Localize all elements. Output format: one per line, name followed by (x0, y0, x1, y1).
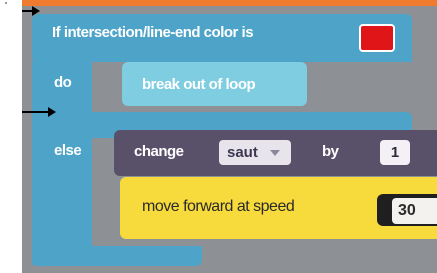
block-workspace[interactable]: If intersection/line-end color is do els… (22, 0, 437, 273)
arrow-pointer-icon (22, 6, 40, 16)
if-condition-label: If intersection/line-end color is (52, 24, 254, 41)
do-label: do (54, 74, 72, 91)
previous-block-edge (22, 0, 437, 6)
arrow-pointer-icon (22, 107, 56, 117)
variable-name: saut (227, 144, 258, 161)
else-label: else (54, 142, 82, 159)
change-label: change (134, 143, 184, 160)
break-block-label: break out of loop (142, 75, 256, 93)
cursor-dot (5, 2, 7, 4)
speed-input[interactable]: 30 (392, 198, 437, 224)
change-amount-input[interactable]: 1 (380, 140, 410, 165)
color-picker[interactable] (359, 24, 395, 52)
chevron-down-icon[interactable] (270, 150, 280, 156)
move-forward-label: move forward at speed (142, 198, 295, 215)
variable-dropdown[interactable]: saut (219, 140, 291, 165)
if-block-footer[interactable] (32, 246, 202, 266)
by-label: by (322, 143, 339, 160)
break-out-of-loop-block[interactable]: break out of loop (122, 62, 307, 106)
